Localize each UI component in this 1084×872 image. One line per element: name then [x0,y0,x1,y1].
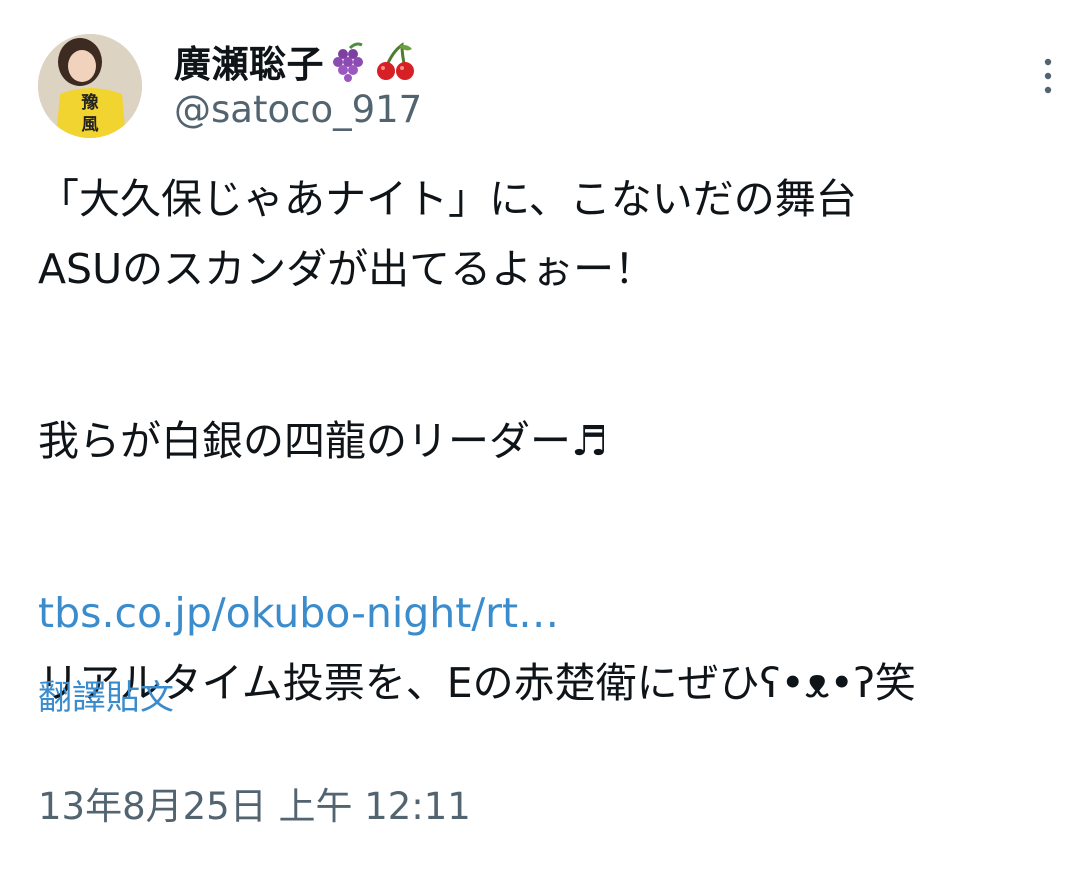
tweet-line-1: 「大久保じゃあナイト」に、こないだの舞台 [38,175,857,223]
avatar-image: 豫 風 [38,34,142,138]
tweet-text: 「大久保じゃあナイト」に、こないだの舞台 ASUのスカンダが出てるよぉー！ 我ら… [38,164,1068,718]
translate-post-button[interactable]: 翻譯貼文 [38,670,174,719]
avatar-text-2: 風 [82,115,99,135]
user-handle[interactable]: @satoco_917 [174,88,422,131]
post-timestamp[interactable]: 13年8月25日 上午 12:11 [38,776,471,830]
tweet-link[interactable]: tbs.co.jp/okubo-night/rt… [38,589,559,637]
cherry-emoji-icon [374,40,416,82]
display-name[interactable]: 廣瀬聡子 [174,34,324,88]
avatar-text-1: 豫 [82,92,99,113]
tweet-link-line: tbs.co.jp/okubo-night/rt… [38,578,1068,648]
avatar[interactable]: 豫 風 [38,34,142,138]
tweet-line-2: ASUのスカンダが出てるよぉー！ [38,245,656,293]
more-vertical-icon[interactable] [1030,54,1066,98]
tweet-line-4: リアルタイム投票を、Eの赤楚衛にぜひʕ•ᴥ•ʔ笑 [38,659,916,707]
tweet-line-3: 我らが白銀の四龍のリーダー♬ [38,417,608,465]
grape-emoji-icon [328,40,370,82]
author-name-row[interactable]: 廣瀬聡子 [174,36,416,86]
